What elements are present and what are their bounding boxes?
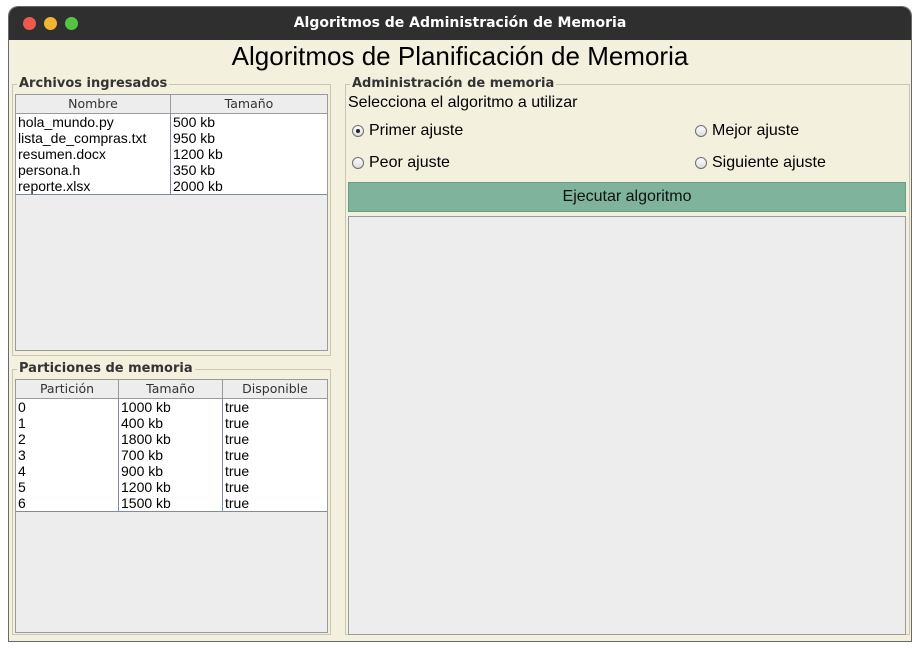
table-row[interactable]: persona.h 350 kb: [16, 162, 327, 179]
table-cell[interactable]: true: [223, 447, 327, 463]
table-cell[interactable]: lista_de_compras.txt: [16, 130, 171, 146]
table-cell[interactable]: true: [223, 479, 327, 495]
table-cell[interactable]: true: [223, 495, 327, 511]
table-cell[interactable]: true: [223, 399, 327, 415]
app-window: Algoritmos de Administración de Memoria …: [9, 7, 911, 641]
table-cell[interactable]: 3: [16, 447, 119, 463]
column-header-tamano[interactable]: Tamaño: [171, 95, 327, 113]
table-row[interactable]: 2 1800 kb true: [16, 431, 327, 448]
column-header-disponible[interactable]: Disponible: [223, 380, 327, 398]
column-header-tamano[interactable]: Tamaño: [119, 380, 223, 398]
partitions-table[interactable]: Partición Tamaño Disponible 0 1000 kb true…: [15, 379, 328, 633]
radio-selected-dot: [356, 129, 360, 133]
radio-circle[interactable]: [352, 125, 364, 137]
admin-group-title: Administración de memoria: [350, 76, 557, 92]
algorithm-prompt: Selecciona el algoritmo a utilizar: [348, 94, 578, 111]
table-cell[interactable]: 1: [16, 415, 119, 431]
window-title: Algoritmos de Administración de Memoria: [293, 15, 627, 31]
radio-label[interactable]: Primer ajuste: [369, 121, 463, 141]
page-heading: Algoritmos de Planificación de Memoria: [231, 41, 689, 71]
table-row[interactable]: 5 1200 kb true: [16, 479, 327, 496]
table-cell[interactable]: 4: [16, 463, 119, 479]
table-cell[interactable]: persona.h: [16, 162, 171, 178]
table-row[interactable]: resumen.docx 1200 kb: [16, 146, 327, 163]
column-header-nombre[interactable]: Nombre: [16, 95, 171, 113]
table-cell[interactable]: 950 kb: [171, 130, 327, 146]
table-cell[interactable]: 0: [16, 399, 119, 415]
table-cell[interactable]: 5: [16, 479, 119, 495]
table-cell[interactable]: resumen.docx: [16, 146, 171, 162]
partitions-table-header: Partición Tamaño Disponible: [16, 380, 327, 399]
table-row[interactable]: reporte.xlsx 2000 kb: [16, 178, 327, 195]
files-table-header: Nombre Tamaño: [16, 95, 327, 114]
table-cell[interactable]: 6: [16, 495, 119, 511]
output-area[interactable]: [348, 216, 906, 635]
table-cell[interactable]: 500 kb: [171, 114, 327, 130]
table-cell[interactable]: 2000 kb: [171, 178, 327, 194]
table-cell[interactable]: 1200 kb: [171, 146, 327, 162]
title-bar: Algoritmos de Administración de Memoria: [9, 7, 911, 40]
table-row[interactable]: lista_de_compras.txt 950 kb: [16, 130, 327, 147]
table-cell[interactable]: true: [223, 463, 327, 479]
table-cell[interactable]: 1500 kb: [119, 495, 223, 511]
radio-circle[interactable]: [352, 157, 364, 169]
radio-label[interactable]: Peor ajuste: [369, 153, 450, 173]
files-group-title: Archivos ingresados: [17, 76, 170, 92]
run-algorithm-button[interactable]: Ejecutar algoritmo: [348, 182, 906, 212]
radio-label[interactable]: Siguiente ajuste: [712, 153, 826, 173]
radio-circle[interactable]: [695, 157, 707, 169]
table-cell[interactable]: 700 kb: [119, 447, 223, 463]
table-cell[interactable]: 1000 kb: [119, 399, 223, 415]
table-row[interactable]: 6 1500 kb true: [16, 495, 327, 512]
partitions-group-title: Particiones de memoria: [17, 361, 195, 377]
radio-circle[interactable]: [695, 125, 707, 137]
table-cell[interactable]: 1200 kb: [119, 479, 223, 495]
table-cell[interactable]: true: [223, 415, 327, 431]
table-row[interactable]: 1 400 kb true: [16, 415, 327, 432]
column-header-particion[interactable]: Partición: [16, 380, 119, 398]
table-row[interactable]: hola_mundo.py 500 kb: [16, 114, 327, 131]
table-cell[interactable]: 350 kb: [171, 162, 327, 178]
table-cell[interactable]: 1800 kb: [119, 431, 223, 447]
table-cell[interactable]: hola_mundo.py: [16, 114, 171, 130]
table-row[interactable]: 0 1000 kb true: [16, 399, 327, 416]
table-cell[interactable]: 2: [16, 431, 119, 447]
table-cell[interactable]: reporte.xlsx: [16, 178, 171, 194]
radio-label[interactable]: Mejor ajuste: [712, 121, 799, 141]
table-cell[interactable]: 900 kb: [119, 463, 223, 479]
table-row[interactable]: 4 900 kb true: [16, 463, 327, 480]
table-cell[interactable]: 400 kb: [119, 415, 223, 431]
files-table[interactable]: Nombre Tamaño hola_mundo.py 500 kb lista_d…: [15, 94, 328, 351]
table-cell[interactable]: true: [223, 431, 327, 447]
table-row[interactable]: 3 700 kb true: [16, 447, 327, 464]
